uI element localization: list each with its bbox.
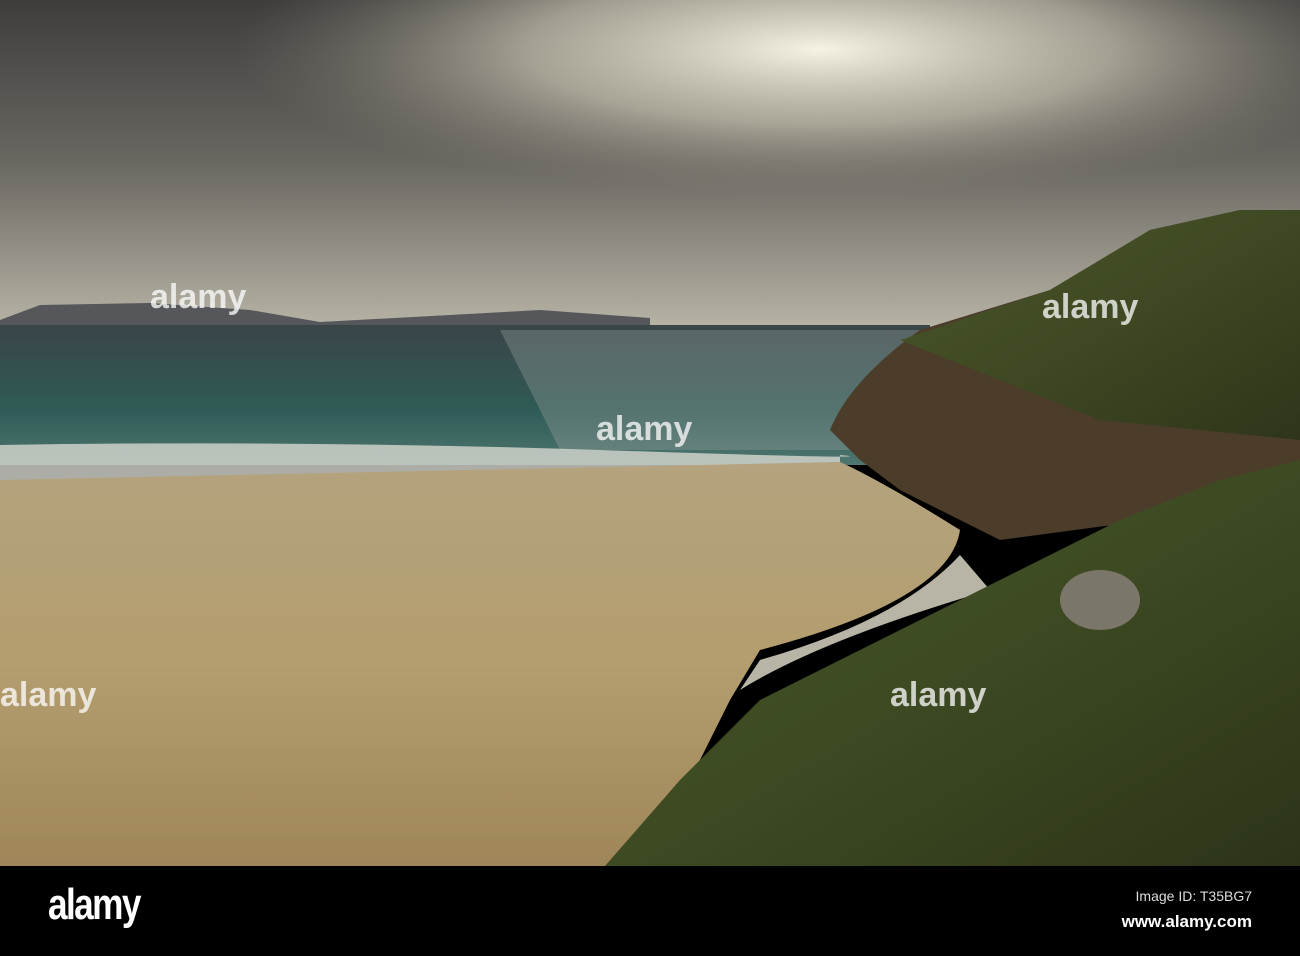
svg-text:alamy: alamy	[150, 278, 246, 316]
alamy-logo: alamy	[48, 880, 141, 929]
svg-text:alamy: alamy	[0, 676, 96, 714]
beach-photo: alamy alamy alamy alamy alamy	[0, 0, 1300, 866]
site-url[interactable]: www.alamy.com	[1122, 912, 1252, 932]
svg-text:alamy: alamy	[890, 676, 986, 714]
footer-bar: alamy Image ID: T35BG7 www.alamy.com	[0, 866, 1300, 956]
svg-text:alamy: alamy	[1042, 288, 1138, 326]
svg-text:alamy: alamy	[596, 410, 692, 448]
image-id: Image ID: T35BG7	[1135, 888, 1252, 904]
